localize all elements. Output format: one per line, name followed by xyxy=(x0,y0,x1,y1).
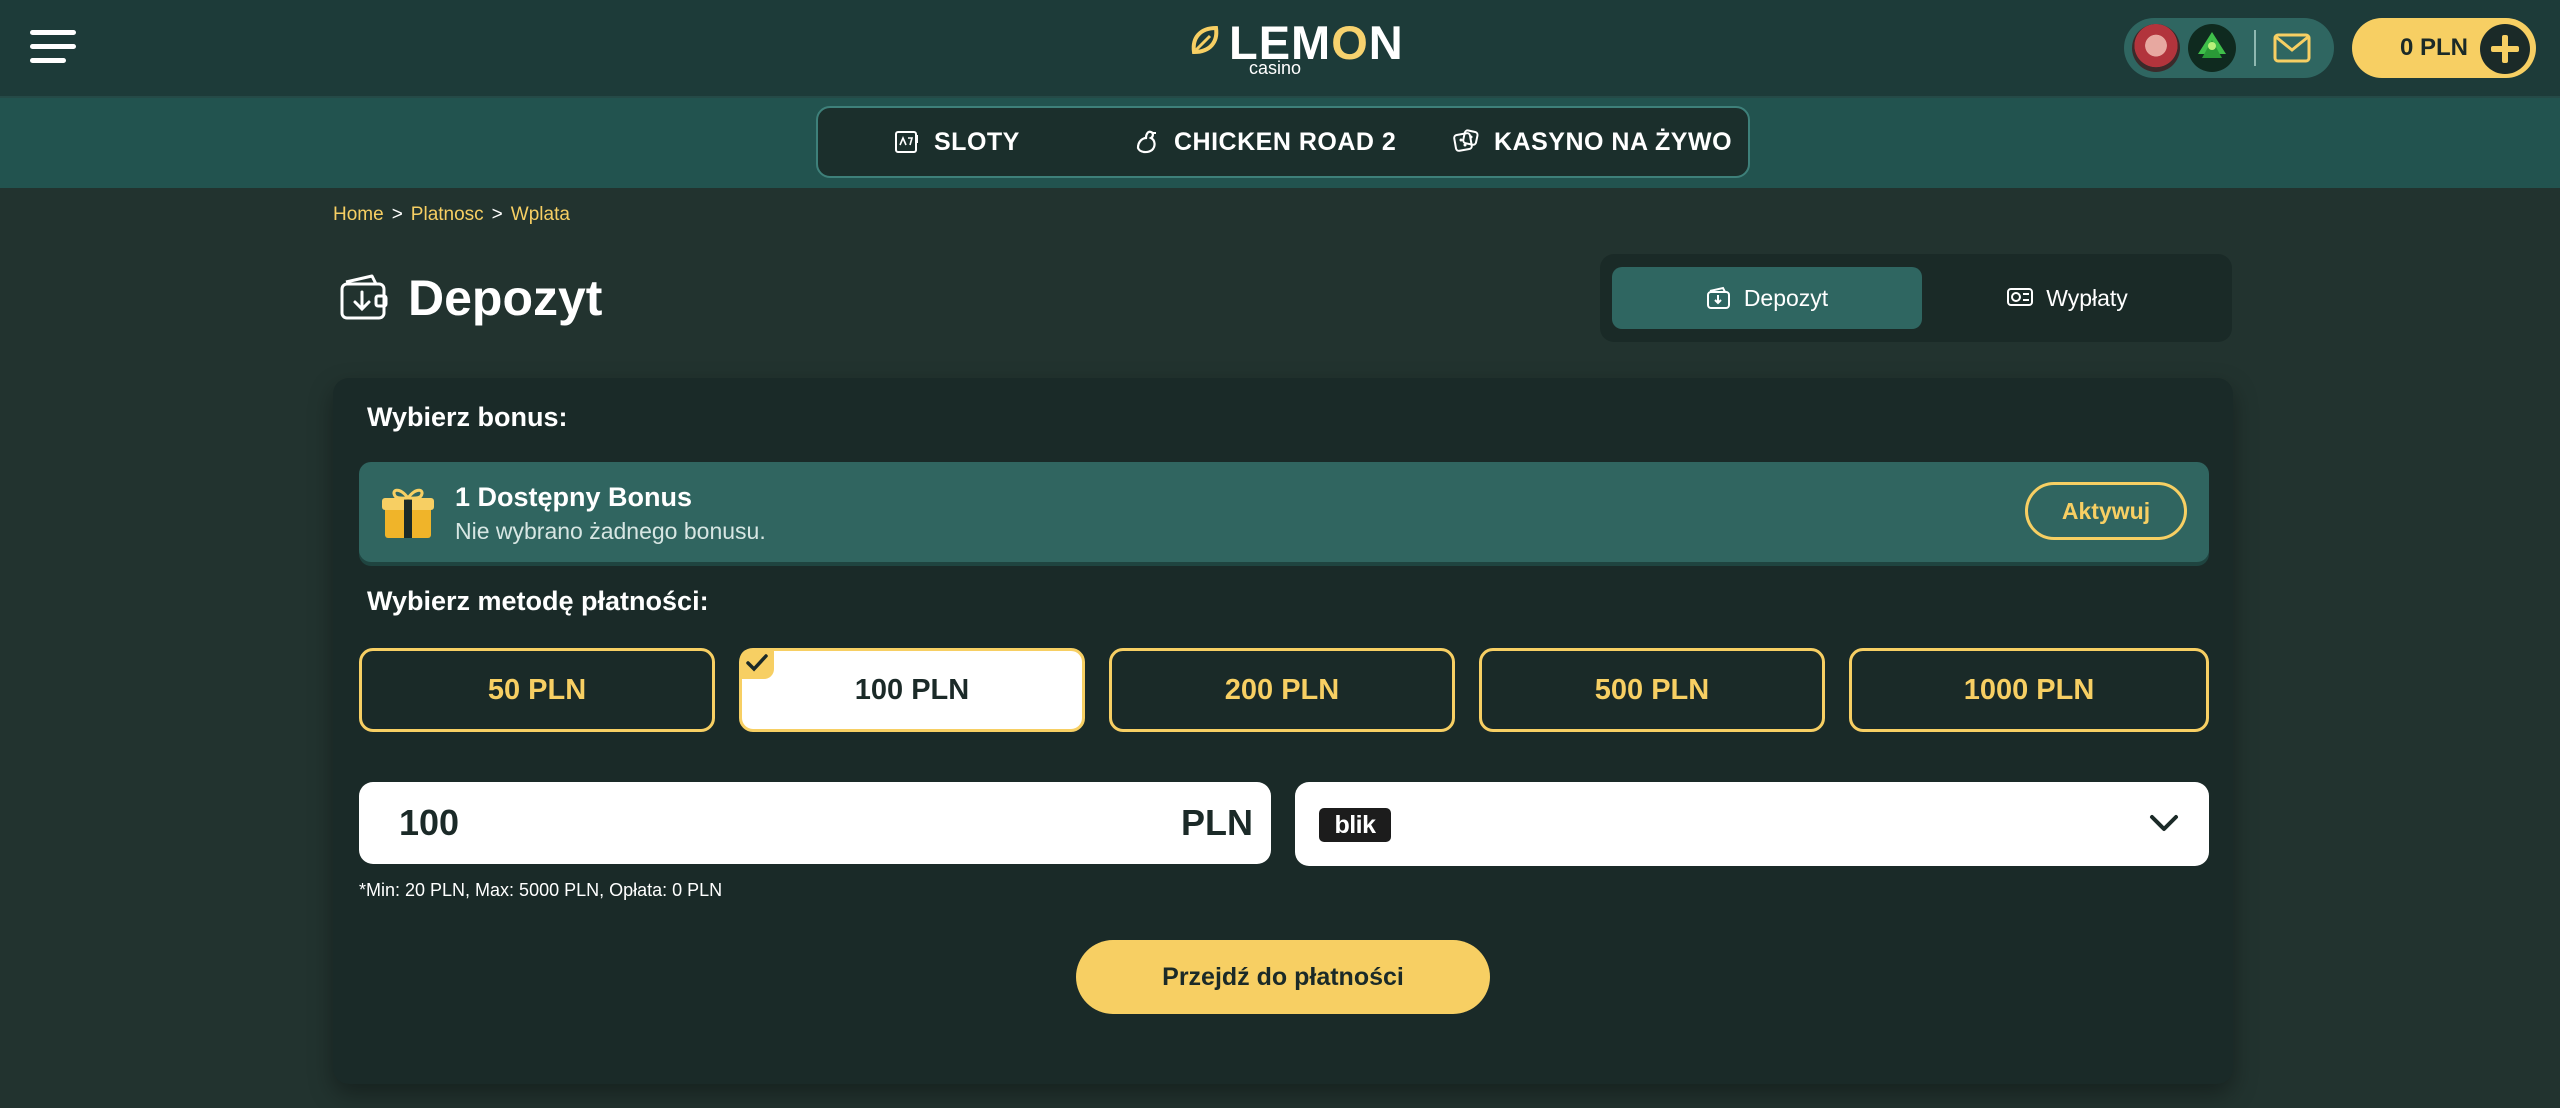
bonus-title: 1 Dostępny Bonus xyxy=(455,482,693,512)
game-nav-strip: SLOTY CHICKEN ROAD 2 KASYNO NA ŻYWO xyxy=(0,98,2560,188)
breadcrumb: Home > Platnosc > Wplata xyxy=(333,204,570,226)
nav-item-chicken-road-2[interactable]: CHICKEN ROAD 2 xyxy=(1132,108,1396,176)
top-header: LEMON casino 0 PLN xyxy=(0,0,2560,98)
breadcrumb-separator: > xyxy=(391,204,403,225)
level-avatar[interactable] xyxy=(2188,24,2236,72)
breadcrumb-wplata[interactable]: Wplata xyxy=(511,204,570,225)
deposit-withdraw-tabs: Depozyt Wypłaty xyxy=(1600,254,2232,342)
currency-label: PLN xyxy=(1181,802,1253,843)
lemon-casino-logo[interactable]: LEMON casino xyxy=(1188,18,1403,78)
nav-label: CHICKEN ROAD 2 xyxy=(1174,127,1397,156)
bonus-section-label: Wybierz bonus: xyxy=(367,402,568,432)
chicken-icon xyxy=(1136,130,1156,154)
divider xyxy=(2254,30,2256,66)
nav-label: KASYNO NA ŻYWO xyxy=(1494,127,1733,156)
amount-label: 100 PLN xyxy=(854,673,970,706)
blik-logo: blik xyxy=(1319,808,1391,842)
deposit-card: Wybierz bonus: 1 Dostępny Bonus Nie wybr… xyxy=(333,378,2233,1084)
gift-icon xyxy=(382,488,434,538)
amount-option-1000[interactable]: 1000 PLN xyxy=(1849,648,2209,732)
amount-option-200[interactable]: 200 PLN xyxy=(1109,648,1455,732)
tab-label: Depozyt xyxy=(1743,284,1829,311)
cash-out-icon xyxy=(2007,288,2034,306)
breadcrumb-platnosc[interactable]: Platnosc xyxy=(411,204,484,225)
amount-field[interactable]: PLN xyxy=(359,782,1271,864)
page-header: Depozyt xyxy=(338,268,602,328)
balance-deposit-button[interactable]: 0 PLN xyxy=(2352,18,2536,78)
dice-icon xyxy=(1453,129,1479,152)
tab-label: Wypłaty xyxy=(2046,284,2128,311)
payment-method-dropdown[interactable]: blik xyxy=(1295,782,2209,866)
lemon-leaf-icon xyxy=(1191,25,1219,55)
logo-subtitle: casino xyxy=(1248,58,1302,78)
level-badge-icon xyxy=(2198,32,2226,58)
hamburger-menu-icon[interactable] xyxy=(30,30,76,64)
chevron-down-icon xyxy=(2150,815,2178,831)
bonus-banner: 1 Dostępny Bonus Nie wybrano żadnego bon… xyxy=(359,462,2209,562)
proceed-to-payment-button[interactable]: Przejdź do płatności xyxy=(1076,940,1490,1014)
breadcrumb-home[interactable]: Home xyxy=(333,204,384,225)
player-avatar[interactable] xyxy=(2132,24,2180,72)
amount-limits-note: *Min: 20 PLN, Max: 5000 PLN, Opłata: 0 P… xyxy=(359,880,723,900)
game-nav: SLOTY CHICKEN ROAD 2 KASYNO NA ŻYWO xyxy=(816,106,1750,178)
wallet-deposit-icon xyxy=(340,274,388,320)
nav-item-kasyno-na-zywo[interactable]: KASYNO NA ŻYWO xyxy=(1452,108,1732,176)
activate-bonus-button[interactable]: Aktywuj xyxy=(2025,482,2187,540)
wallet-icon xyxy=(1706,286,1730,309)
tab-depozyt[interactable]: Depozyt xyxy=(1612,267,1922,329)
page-title: Depozyt xyxy=(408,270,603,326)
mail-icon[interactable] xyxy=(2272,30,2312,66)
check-icon xyxy=(740,649,774,679)
amount-option-50[interactable]: 50 PLN xyxy=(359,648,715,732)
amount-option-500[interactable]: 500 PLN xyxy=(1479,648,1825,732)
user-avatar-group xyxy=(2124,18,2334,78)
amount-option-100[interactable]: 100 PLN xyxy=(739,648,1085,732)
payment-method-label: Wybierz metodę płatności: xyxy=(367,586,709,616)
plus-icon xyxy=(2480,24,2530,74)
bonus-subtitle: Nie wybrano żadnego bonusu. xyxy=(455,518,766,544)
amount-input[interactable] xyxy=(399,796,1099,850)
balance-amount: 0 PLN xyxy=(2400,34,2469,61)
slot-machine-icon xyxy=(895,131,918,153)
nav-label: SLOTY xyxy=(934,127,1020,156)
tab-wyplaty[interactable]: Wypłaty xyxy=(1912,267,2222,329)
breadcrumb-separator: > xyxy=(491,204,503,225)
nav-item-sloty[interactable]: SLOTY xyxy=(894,108,1020,176)
